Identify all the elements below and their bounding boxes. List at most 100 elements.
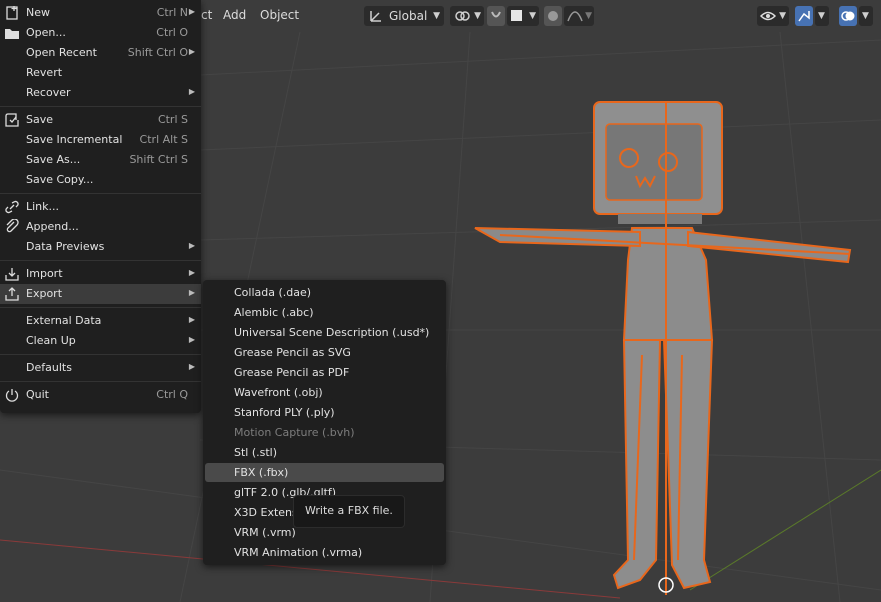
menu-item-shortcut: Ctrl Q xyxy=(156,388,188,401)
chevron-right-icon: ▶ xyxy=(188,87,195,96)
gizmo-dropdown[interactable]: ▼ xyxy=(815,6,829,26)
export-item-stl[interactable]: Stl (.stl) xyxy=(205,443,444,462)
menu-item-label: Data Previews xyxy=(26,240,105,253)
menu-item-open[interactable]: Open... Ctrl O xyxy=(0,23,201,43)
menu-item-label: Motion Capture (.bvh) xyxy=(234,426,355,439)
menu-separator xyxy=(0,193,201,194)
magnet-icon xyxy=(491,11,501,18)
menu-item-shortcut: Shift Ctrl S xyxy=(129,153,188,166)
export-item-grease-pencil-pdf[interactable]: Grease Pencil as PDF xyxy=(205,363,444,382)
snap-target-icon xyxy=(511,10,522,21)
chevron-down-icon: ▼ xyxy=(779,11,786,21)
menu-item-label: Quit xyxy=(26,388,49,401)
tooltip-text: Write a FBX file. xyxy=(305,504,393,517)
pivot-point-dropdown[interactable]: ▼ xyxy=(450,6,484,26)
snap-toggle[interactable] xyxy=(487,6,505,26)
visibility-dropdown[interactable]: ▼ xyxy=(757,6,789,26)
transform-orientation-dropdown[interactable]: Global ▼ xyxy=(364,6,444,26)
gizmo-icon xyxy=(798,11,810,22)
chevron-right-icon: ▶ xyxy=(188,288,195,297)
menu-item-defaults[interactable]: Defaults ▶ xyxy=(0,358,201,378)
pivot-icon xyxy=(455,11,470,21)
menu-item-label: Stl (.stl) xyxy=(234,446,278,459)
menu-item-shortcut: Ctrl S xyxy=(157,113,188,126)
menu-item-save[interactable]: Save Ctrl S xyxy=(0,110,201,130)
menu-item-save-as[interactable]: Save As... Shift Ctrl S xyxy=(0,150,201,170)
export-item-collada[interactable]: Collada (.dae) xyxy=(205,283,444,302)
export-item-grease-pencil-svg[interactable]: Grease Pencil as SVG xyxy=(205,343,444,362)
menu-item-label: Grease Pencil as PDF xyxy=(234,366,350,379)
import-icon xyxy=(5,268,19,281)
menu-item-open-recent[interactable]: Open Recent Shift Ctrl O ▶ xyxy=(0,43,201,63)
menu-item-label: Save xyxy=(26,113,54,126)
chevron-down-icon: ▼ xyxy=(818,11,825,21)
chevron-right-icon: ▶ xyxy=(188,268,195,277)
menu-object-partial[interactable]: ct xyxy=(201,8,212,22)
chevron-right-icon: ▶ xyxy=(188,315,195,324)
gizmo-toggle[interactable] xyxy=(795,6,813,26)
menu-item-label: Export xyxy=(26,287,63,300)
falloff-icon xyxy=(567,11,583,22)
overlays-dropdown[interactable]: ▼ xyxy=(859,6,873,26)
menu-item-export[interactable]: Export ▶ xyxy=(0,284,201,304)
menu-item-external-data[interactable]: External Data ▶ xyxy=(0,311,201,331)
menu-item-import[interactable]: Import ▶ xyxy=(0,264,201,284)
menu-item-save-copy[interactable]: Save Copy... xyxy=(0,170,201,190)
orientation-label: Global xyxy=(389,9,428,23)
overlays-toggle[interactable] xyxy=(839,6,857,26)
menu-item-quit[interactable]: Quit Ctrl Q xyxy=(0,385,201,405)
menu-item-append[interactable]: Append... xyxy=(0,217,201,237)
menu-item-save-incremental[interactable]: Save Incremental Ctrl Alt S xyxy=(0,130,201,150)
menu-item-shortcut: Shift Ctrl O xyxy=(127,46,188,59)
menu-item-label: Revert xyxy=(26,66,63,79)
export-item-usd[interactable]: Universal Scene Description (.usd*) xyxy=(205,323,444,342)
falloff-dropdown[interactable]: ▼ xyxy=(564,6,594,26)
menu-item-label: VRM Animation (.vrma) xyxy=(234,546,363,559)
link-icon xyxy=(5,200,19,214)
menu-item-label: Save As... xyxy=(26,153,81,166)
menu-item-clean-up[interactable]: Clean Up ▶ xyxy=(0,331,201,351)
menu-item-label: Clean Up xyxy=(26,334,76,347)
menu-item-label: Recover xyxy=(26,86,71,99)
menu-item-new[interactable]: New Ctrl N ▶ xyxy=(0,3,201,23)
file-menu: New Ctrl N ▶ Open... Ctrl O Open Recent … xyxy=(0,0,201,413)
chevron-down-icon: ▼ xyxy=(862,11,869,21)
folder-icon xyxy=(5,29,19,39)
menu-item-label: Append... xyxy=(26,220,79,233)
menu-item-link[interactable]: Link... xyxy=(0,197,201,217)
menu-item-label: Universal Scene Description (.usd*) xyxy=(234,326,430,339)
menu-object[interactable]: Object xyxy=(260,8,299,22)
menu-item-label: External Data xyxy=(26,314,102,327)
snap-target-dropdown[interactable]: ▼ xyxy=(507,6,539,26)
export-icon xyxy=(5,287,19,301)
menu-item-label: Save Copy... xyxy=(26,173,94,186)
orientation-icon xyxy=(370,11,381,22)
chevron-down-icon: ▼ xyxy=(529,11,536,21)
export-item-fbx[interactable]: FBX (.fbx) xyxy=(205,463,444,482)
chevron-right-icon: ▶ xyxy=(188,241,195,250)
menu-item-label: Save Incremental xyxy=(26,133,123,146)
menu-item-recover[interactable]: Recover ▶ xyxy=(0,83,201,103)
menu-item-data-previews[interactable]: Data Previews ▶ xyxy=(0,237,201,257)
chevron-right-icon: ▶ xyxy=(188,7,195,16)
export-item-alembic[interactable]: Alembic (.abc) xyxy=(205,303,444,322)
export-item-vrm-animation[interactable]: VRM Animation (.vrma) xyxy=(205,543,444,562)
menu-item-label: Alembic (.abc) xyxy=(234,306,314,319)
menu-add[interactable]: Add xyxy=(223,8,246,22)
menu-item-label: Collada (.dae) xyxy=(234,286,312,299)
eye-icon xyxy=(760,11,776,21)
menu-separator xyxy=(0,106,201,107)
proportional-edit-toggle[interactable] xyxy=(544,6,562,26)
append-icon xyxy=(6,219,19,233)
menu-separator xyxy=(0,354,201,355)
menu-item-shortcut: Ctrl O xyxy=(156,26,188,39)
export-item-motion-capture: Motion Capture (.bvh) xyxy=(205,423,444,442)
chevron-down-icon: ▼ xyxy=(433,11,440,21)
export-item-stanford-ply[interactable]: Stanford PLY (.ply) xyxy=(205,403,444,422)
menu-item-label: Grease Pencil as SVG xyxy=(234,346,351,359)
chevron-down-icon: ▼ xyxy=(585,11,592,21)
menu-item-label: Link... xyxy=(26,200,60,213)
menu-item-revert[interactable]: Revert xyxy=(0,63,201,83)
tooltip: Write a FBX file. xyxy=(293,495,405,528)
export-item-wavefront[interactable]: Wavefront (.obj) xyxy=(205,383,444,402)
